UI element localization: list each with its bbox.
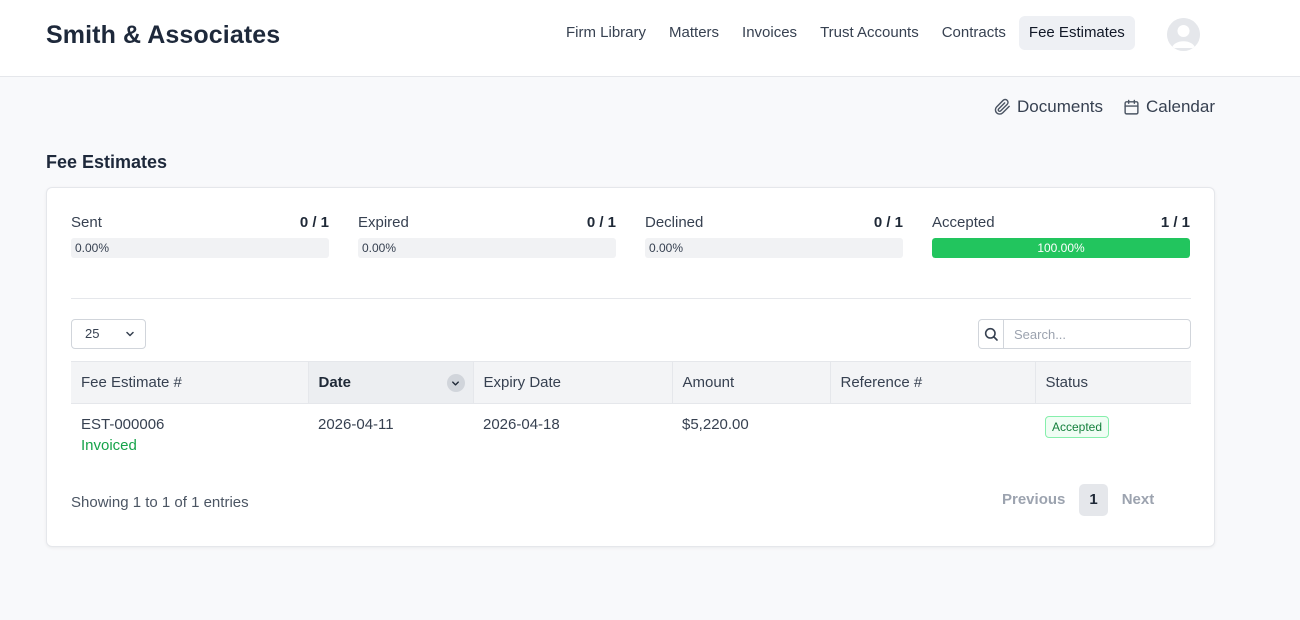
progress-label: 0.00%	[362, 241, 397, 255]
column-expiry-date[interactable]: Expiry Date	[473, 361, 673, 404]
progress-bar: 0.00%	[71, 238, 329, 258]
stat-count: 1 / 1	[1160, 214, 1190, 231]
column-status[interactable]: Status	[1035, 361, 1191, 404]
documents-label: Documents	[1017, 97, 1103, 116]
nav-trust-accounts[interactable]: Trust Accounts	[810, 16, 929, 50]
cell-expiry-date: 2026-04-18	[483, 416, 560, 433]
page-length-select[interactable]: 25	[71, 319, 146, 349]
calendar-icon	[1124, 99, 1139, 115]
progress-bar: 100.00%	[932, 238, 1190, 258]
stat-count: 0 / 1	[873, 214, 903, 231]
entries-info: Showing 1 to 1 of 1 entries	[71, 494, 249, 511]
stat-label: Accepted	[932, 214, 995, 231]
documents-link[interactable]: Documents	[994, 97, 1103, 117]
progress-label: 100.00%	[1037, 241, 1085, 255]
cell-amount: $5,220.00	[682, 416, 749, 433]
fee-estimates-card: Sent 0 / 1 0.00% Expired 0 / 1 0.00% Dec…	[46, 187, 1215, 547]
progress-bar: 0.00%	[358, 238, 616, 258]
status-badge: Accepted	[1045, 416, 1110, 438]
search-input[interactable]	[1004, 320, 1190, 348]
stat-label: Expired	[358, 214, 409, 231]
status-summary: Sent 0 / 1 0.00% Expired 0 / 1 0.00% Dec…	[71, 214, 1191, 258]
quick-links: Documents Calendar	[974, 97, 1215, 117]
calendar-label: Calendar	[1146, 97, 1215, 116]
chevron-down-icon	[126, 331, 134, 337]
top-navbar: Smith & Associates Firm Library Matters …	[0, 0, 1300, 77]
paperclip-icon	[994, 98, 1010, 115]
search-icon	[984, 327, 998, 341]
progress-bar: 0.00%	[645, 238, 903, 258]
stat-sent[interactable]: Sent 0 / 1 0.00%	[71, 214, 329, 258]
search-button[interactable]	[979, 320, 1004, 348]
stat-accepted[interactable]: Accepted 1 / 1 100.00%	[932, 214, 1190, 258]
table-header-row: Fee Estimate # Date Expiry Date Amount R…	[71, 361, 1191, 404]
user-avatar-icon	[1167, 18, 1200, 51]
stat-count: 0 / 1	[586, 214, 616, 231]
table-row[interactable]: EST-000006 Invoiced 2026-04-11 2026-04-1…	[71, 404, 1191, 464]
column-reference[interactable]: Reference #	[830, 361, 1036, 404]
progress-label: 0.00%	[649, 241, 684, 255]
search-box	[978, 319, 1191, 349]
calendar-link[interactable]: Calendar	[1123, 97, 1215, 117]
cell-reference	[830, 404, 1035, 464]
cell-date: 2026-04-11	[318, 416, 394, 433]
estimate-number-link[interactable]: EST-000006	[81, 416, 308, 433]
next-page-button[interactable]: Next	[1108, 484, 1169, 516]
nav-firm-library[interactable]: Firm Library	[556, 16, 656, 50]
column-date[interactable]: Date	[308, 361, 474, 404]
page-length-value: 25	[85, 326, 100, 341]
invoiced-status: Invoiced	[81, 437, 137, 454]
column-fee-estimate-number[interactable]: Fee Estimate #	[71, 361, 309, 404]
brand-name[interactable]: Smith & Associates	[46, 21, 280, 50]
nav-fee-estimates[interactable]: Fee Estimates	[1018, 16, 1135, 50]
previous-page-button[interactable]: Previous	[988, 484, 1079, 516]
sort-chevron-down-icon[interactable]	[446, 374, 465, 392]
column-amount[interactable]: Amount	[672, 361, 831, 404]
stat-expired[interactable]: Expired 0 / 1 0.00%	[358, 214, 616, 258]
pagination: Previous 1 Next	[988, 484, 1168, 516]
stat-declined[interactable]: Declined 0 / 1 0.00%	[645, 214, 903, 258]
stat-label: Declined	[645, 214, 704, 231]
nav-contracts[interactable]: Contracts	[932, 16, 1016, 50]
page-title: Fee Estimates	[46, 152, 168, 172]
chevron-down-icon	[452, 380, 459, 386]
stat-label: Sent	[71, 214, 102, 231]
stat-count: 0 / 1	[299, 214, 329, 231]
divider	[71, 298, 1191, 299]
user-avatar[interactable]	[1167, 18, 1200, 51]
cell-status: Accepted	[1035, 404, 1191, 464]
fee-estimates-table: Fee Estimate # Date Expiry Date Amount R…	[71, 361, 1191, 464]
cell-fee-estimate-number: EST-000006 Invoiced	[71, 404, 308, 464]
nav-matters[interactable]: Matters	[659, 16, 729, 50]
page-1-button[interactable]: 1	[1079, 484, 1108, 516]
main-nav: Firm Library Matters Invoices Trust Acco…	[556, 16, 1138, 50]
nav-invoices[interactable]: Invoices	[732, 16, 807, 50]
progress-label: 0.00%	[75, 241, 110, 255]
